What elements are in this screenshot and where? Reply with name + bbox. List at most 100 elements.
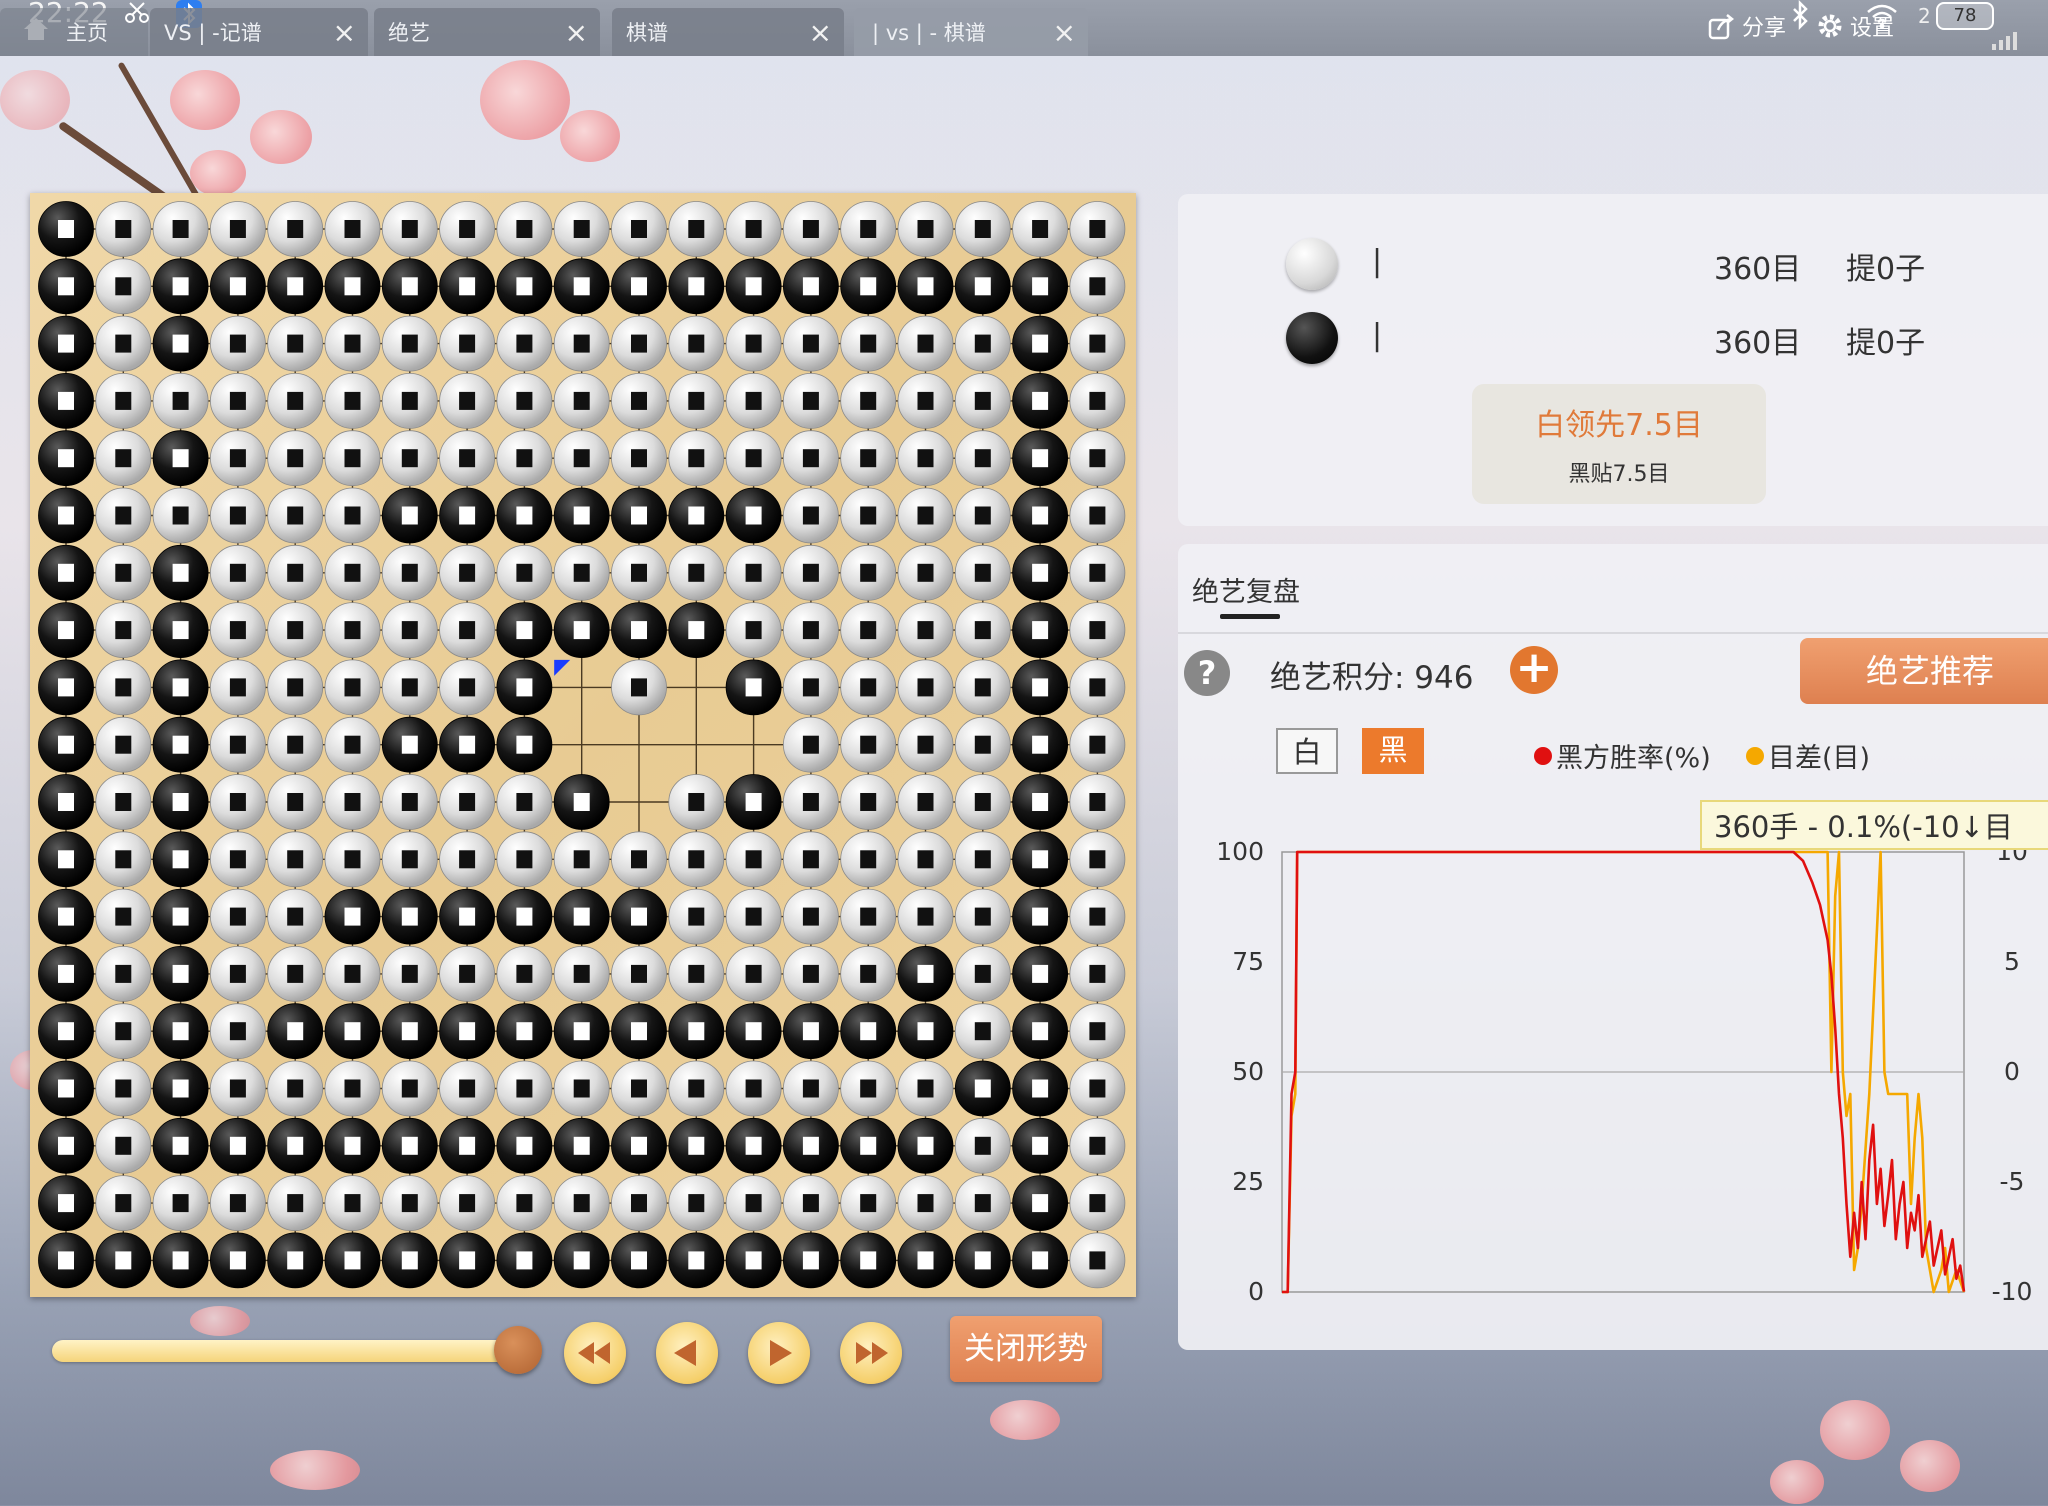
step-backward-button[interactable] xyxy=(656,1322,718,1384)
tab-record[interactable]: VS | -记谱 × xyxy=(150,8,368,56)
close-icon[interactable]: × xyxy=(565,16,588,49)
tab-game-record[interactable]: | vs | - 棋谱 × xyxy=(854,8,1088,56)
black-side-button[interactable]: 黑 xyxy=(1362,728,1424,774)
white-player-name: | xyxy=(1372,244,1383,279)
tab-jueyi[interactable]: 绝艺 × xyxy=(374,8,600,56)
move-number-marker xyxy=(401,735,418,754)
move-number-marker xyxy=(631,907,647,926)
tab-label: | vs | - 棋谱 xyxy=(872,21,986,45)
help-icon[interactable]: ? xyxy=(1184,650,1230,696)
close-icon[interactable]: × xyxy=(333,16,356,49)
move-slider-track[interactable] xyxy=(52,1340,522,1362)
step-forward-button[interactable] xyxy=(748,1322,810,1384)
move-number-marker xyxy=(917,907,934,926)
move-number-marker xyxy=(229,1022,246,1041)
move-number-marker xyxy=(974,220,991,238)
move-number-marker xyxy=(516,850,533,869)
move-number-marker xyxy=(688,449,705,468)
tab-jueyi-review[interactable]: 绝艺复盘 xyxy=(1192,570,1300,609)
move-number-marker xyxy=(860,907,877,926)
move-number-marker xyxy=(229,220,246,238)
recommend-button[interactable]: 绝艺推荐 xyxy=(1800,638,2048,704)
move-number-marker xyxy=(917,449,934,468)
share-button[interactable]: 分享 xyxy=(1708,10,1786,42)
move-number-marker xyxy=(917,793,934,811)
move-number-marker xyxy=(58,1194,74,1213)
move-number-marker xyxy=(516,449,533,468)
move-number-marker xyxy=(573,391,590,410)
move-number-marker xyxy=(573,793,590,811)
move-number-marker xyxy=(172,1022,189,1041)
move-number-marker xyxy=(115,220,132,238)
move-number-marker xyxy=(459,1079,476,1098)
move-number-marker xyxy=(1089,621,1106,640)
step-backward-icon xyxy=(674,1340,696,1366)
black-player-name: | xyxy=(1372,318,1383,353)
move-number-marker xyxy=(229,907,246,926)
move-number-marker xyxy=(802,735,819,754)
move-number-marker xyxy=(745,391,762,410)
move-number-marker xyxy=(802,1251,819,1270)
move-number-marker xyxy=(516,1022,533,1041)
move-number-marker xyxy=(745,1251,762,1270)
white-side-button[interactable]: 白 xyxy=(1276,728,1338,774)
move-number-marker xyxy=(401,334,418,353)
move-number-marker xyxy=(688,907,705,926)
move-number-marker xyxy=(229,563,246,582)
move-number-marker xyxy=(688,1251,705,1270)
move-number-marker xyxy=(1032,678,1049,697)
move-number-marker xyxy=(401,391,418,410)
move-number-marker xyxy=(631,220,647,238)
board-grid[interactable] xyxy=(30,193,1136,1297)
move-number-marker xyxy=(688,793,705,811)
move-number-marker xyxy=(1032,563,1049,582)
move-slider-handle[interactable] xyxy=(494,1326,542,1374)
plus-icon[interactable]: + xyxy=(1510,646,1558,694)
close-analysis-button[interactable]: 关闭形势 xyxy=(950,1316,1102,1382)
result-box: 白领先7.5目 黑贴7.5目 xyxy=(1472,384,1766,504)
move-number-marker xyxy=(172,735,189,754)
move-number-marker xyxy=(229,1194,246,1213)
move-number-marker xyxy=(401,1022,418,1041)
move-number-marker xyxy=(459,964,476,983)
move-number-marker xyxy=(229,277,246,296)
move-number-marker xyxy=(917,735,934,754)
move-number-marker xyxy=(287,506,304,525)
move-number-marker xyxy=(974,678,991,697)
close-icon[interactable]: × xyxy=(809,16,832,49)
move-number-marker xyxy=(287,1079,304,1098)
move-number-marker xyxy=(172,1251,189,1270)
fast-backward-button[interactable] xyxy=(564,1322,626,1384)
move-number-marker xyxy=(917,391,934,410)
move-number-marker xyxy=(688,334,705,353)
y-right-tick-label: -10 xyxy=(1992,1277,2033,1306)
move-number-marker xyxy=(802,907,819,926)
move-number-marker xyxy=(802,277,819,296)
move-number-marker xyxy=(172,850,189,869)
move-number-marker xyxy=(401,964,418,983)
go-board[interactable] xyxy=(30,193,1136,1297)
move-number-marker xyxy=(172,391,189,410)
fast-forward-button[interactable] xyxy=(840,1322,902,1384)
move-number-marker xyxy=(287,334,304,353)
move-number-marker xyxy=(516,220,533,238)
move-number-marker xyxy=(401,621,418,640)
move-number-marker xyxy=(974,621,991,640)
move-number-marker xyxy=(401,907,418,926)
wifi-icon xyxy=(1867,4,1897,29)
move-number-marker xyxy=(917,678,934,697)
close-icon[interactable]: × xyxy=(1053,16,1076,49)
move-number-marker xyxy=(401,277,418,296)
winrate-chart[interactable]: 0255075100-10-50510 xyxy=(1178,840,2048,1330)
move-number-marker xyxy=(516,678,533,697)
tab-kifu[interactable]: 棋谱 × xyxy=(612,8,844,56)
move-number-marker xyxy=(688,1022,705,1041)
move-number-marker xyxy=(459,506,476,525)
move-number-marker xyxy=(516,506,533,525)
y-left-tick-label: 50 xyxy=(1232,1057,1264,1086)
move-number-marker xyxy=(459,621,476,640)
move-number-marker xyxy=(688,1079,705,1098)
tab-underline xyxy=(1220,614,1280,619)
move-number-marker xyxy=(58,907,74,926)
move-number-marker xyxy=(1089,1136,1106,1155)
